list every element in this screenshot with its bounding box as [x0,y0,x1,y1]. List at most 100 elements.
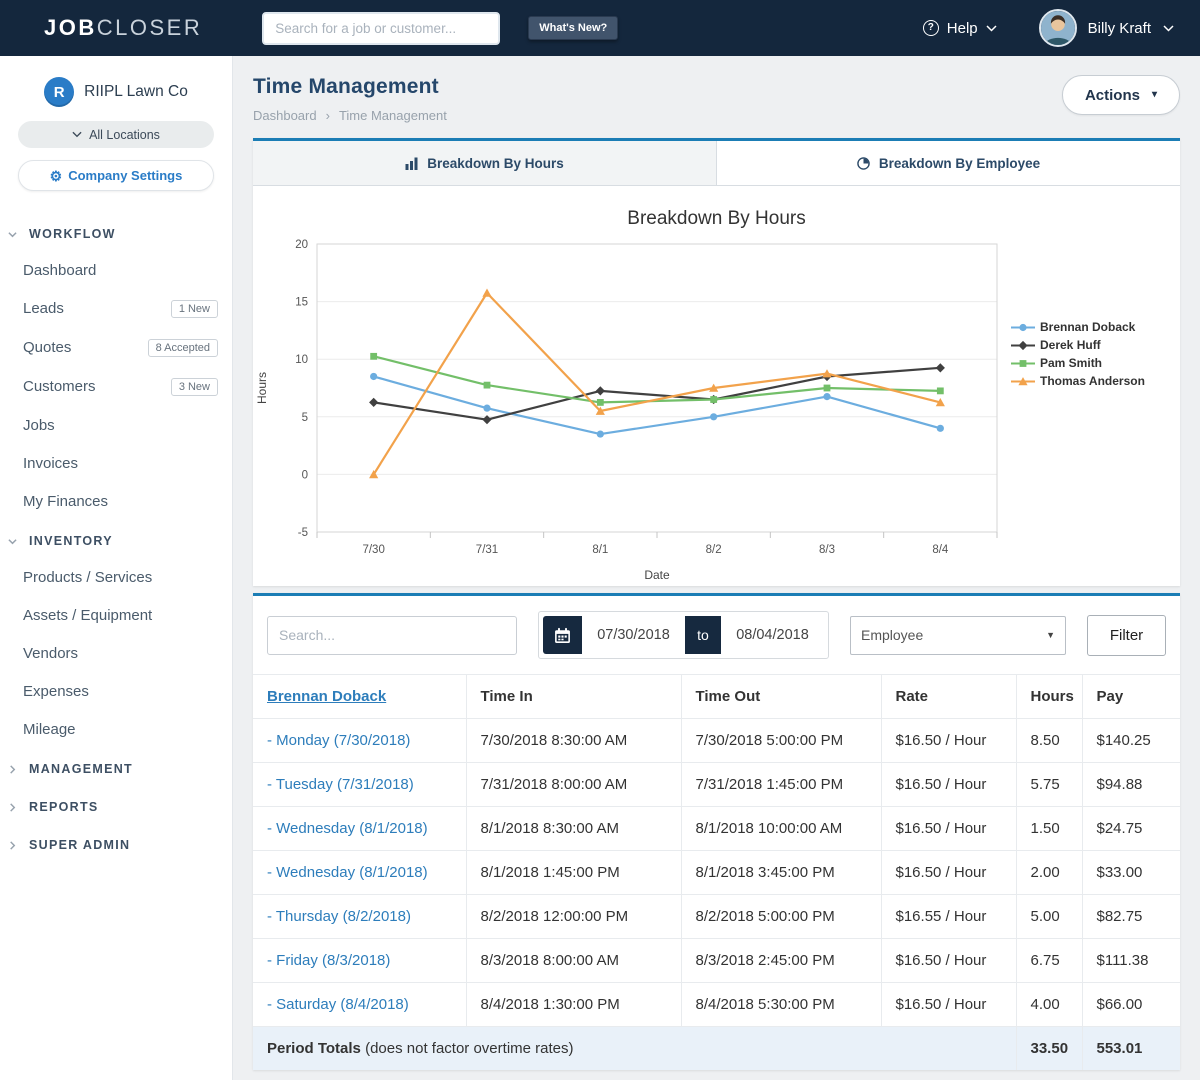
legend-item: Brennan Doback [1011,320,1179,334]
item-badge: 3 New [171,378,218,396]
company-settings-button[interactable]: ⚙ Company Settings [18,160,214,191]
help-icon: ? [923,20,939,36]
help-menu[interactable]: ? Help [923,20,997,37]
sidebar-item-dashboard[interactable]: Dashboard [0,251,232,289]
tab-label: Breakdown By Hours [427,156,564,171]
sidebar-item-invoices[interactable]: Invoices [0,444,232,482]
locations-label: All Locations [89,128,160,142]
pay-cell: $24.75 [1082,807,1180,851]
rate-cell: $16.50 / Hour [881,807,1016,851]
app-logo[interactable]: JOBCLOSER [44,15,202,41]
time-table: Brennan Doback Time In Time Out Rate Hou… [253,674,1180,1070]
sidebar-item-products-services[interactable]: Products / Services [0,558,232,596]
sidebar-item-customers[interactable]: Customers 3 New [0,367,232,406]
breadcrumb-separator: › [326,108,330,123]
item-label: My Finances [23,493,108,510]
sidebar-item-mileage[interactable]: Mileage [0,710,232,748]
sidebar-item-assets-equipment[interactable]: Assets / Equipment [0,596,232,634]
rate-cell: $16.50 / Hour [881,719,1016,763]
svg-text:Hours: Hours [255,372,269,404]
hours-cell: 8.50 [1016,719,1082,763]
day-link[interactable]: - Friday (8/3/2018) [267,952,390,969]
item-label: Customers [23,378,96,395]
tab-label: Breakdown By Employee [879,156,1040,171]
rate-cell: $16.55 / Hour [881,895,1016,939]
time-row: - Thursday (8/2/2018)8/2/2018 12:00:00 P… [253,895,1180,939]
filter-button[interactable]: Filter [1087,615,1166,656]
main-content: Time Management Dashboard › Time Managem… [233,56,1200,1080]
rate-cell: $16.50 / Hour [881,851,1016,895]
svg-text:7/31: 7/31 [476,544,498,556]
sidebar-item-jobs[interactable]: Jobs [0,406,232,444]
chevron-down-icon [986,25,997,32]
item-label: Dashboard [23,262,96,279]
sidebar-section-workflow[interactable]: WORKFLOW [0,215,232,251]
day-link[interactable]: - Wednesday (8/1/2018) [267,820,428,837]
sidebar-item-quotes[interactable]: Quotes8 Accepted [0,328,232,367]
employee-select[interactable]: Employee ▼ [850,616,1066,655]
calendar-button[interactable] [543,616,582,654]
item-label: Assets / Equipment [23,607,152,624]
day-link[interactable]: - Wednesday (8/1/2018) [267,864,428,881]
svg-text:10: 10 [295,354,308,366]
topbar: JOBCLOSER What's New? ? Help Billy Kraft [0,0,1200,56]
chart-card: Breakdown By Hours Breakdown By Employee… [253,138,1180,586]
chart-area: Breakdown By Hours -5051015207/307/318/1… [253,186,1180,586]
chart-title: Breakdown By Hours [253,208,1180,230]
company-header[interactable]: R RIIPL Lawn Co [0,71,232,119]
time-in-cell: 7/30/2018 8:30:00 AM [466,719,681,763]
sidebar-section-management[interactable]: MANAGEMENT [0,750,232,786]
actions-button[interactable]: Actions ▾ [1062,75,1180,115]
col-time-out: Time Out [681,675,881,719]
chevron-down-icon[interactable] [1163,25,1174,32]
day-cell: - Tuesday (7/31/2018) [253,763,466,807]
user-name[interactable]: Billy Kraft [1088,20,1151,37]
sidebar-section-inventory[interactable]: INVENTORY [0,522,232,558]
employee-link[interactable]: Brennan Doback [267,688,386,705]
date-from-field[interactable]: 07/30/2018 [582,616,685,654]
locations-dropdown[interactable]: All Locations [18,121,214,148]
user-avatar[interactable] [1039,9,1077,47]
hours-cell: 5.00 [1016,895,1082,939]
legend-item: Thomas Anderson [1011,374,1179,388]
hours-cell: 4.00 [1016,983,1082,1027]
caret-down-icon: ▼ [1046,630,1055,640]
company-settings-label: Company Settings [68,168,182,183]
time-row: - Friday (8/3/2018)8/3/2018 8:00:00 AM8/… [253,939,1180,983]
to-button[interactable]: to [685,616,721,654]
day-link[interactable]: - Thursday (8/2/2018) [267,908,411,925]
pay-cell: $140.25 [1082,719,1180,763]
sidebar-item-vendors[interactable]: Vendors [0,634,232,672]
breadcrumb-dashboard[interactable]: Dashboard [253,108,317,123]
section-label: REPORTS [29,800,99,814]
tab-breakdown-by-employee[interactable]: Breakdown By Employee [716,141,1180,185]
svg-text:15: 15 [295,297,308,309]
sidebar-item-my-finances[interactable]: My Finances [0,482,232,520]
time-out-cell: 8/1/2018 10:00:00 AM [681,807,881,851]
sidebar-section-super-admin[interactable]: SUPER ADMIN [0,826,232,862]
global-search-input[interactable] [262,12,500,45]
table-search-input[interactable] [267,616,517,655]
breakdown-tabs: Breakdown By Hours Breakdown By Employee [253,141,1180,186]
sidebar-item-expenses[interactable]: Expenses [0,672,232,710]
sidebar-item-leads[interactable]: Leads1 New [0,289,232,328]
hours-cell: 5.75 [1016,763,1082,807]
chart-legend: Brennan DobackDerek HuffPam SmithThomas … [1011,232,1179,392]
svg-text:7/30: 7/30 [362,544,384,556]
day-link[interactable]: - Tuesday (7/31/2018) [267,776,414,793]
sidebar-section-reports[interactable]: REPORTS [0,788,232,824]
time-in-cell: 8/4/2018 1:30:00 PM [466,983,681,1027]
svg-text:8/2: 8/2 [706,544,722,556]
day-link[interactable]: - Saturday (8/4/2018) [267,996,409,1013]
tab-breakdown-by-hours[interactable]: Breakdown By Hours [253,141,716,185]
time-in-cell: 8/1/2018 1:45:00 PM [466,851,681,895]
svg-text:20: 20 [295,239,308,251]
totals-label-cell: Period Totals (does not factor overtime … [253,1027,1016,1071]
help-label: Help [947,20,978,37]
whats-new-button[interactable]: What's New? [528,16,618,40]
company-logo: R [44,77,74,107]
date-to-field[interactable]: 08/04/2018 [721,616,824,654]
day-link[interactable]: - Monday (7/30/2018) [267,732,410,749]
sidebar: R RIIPL Lawn Co All Locations ⚙ Company … [0,56,233,1080]
time-in-cell: 8/3/2018 8:00:00 AM [466,939,681,983]
